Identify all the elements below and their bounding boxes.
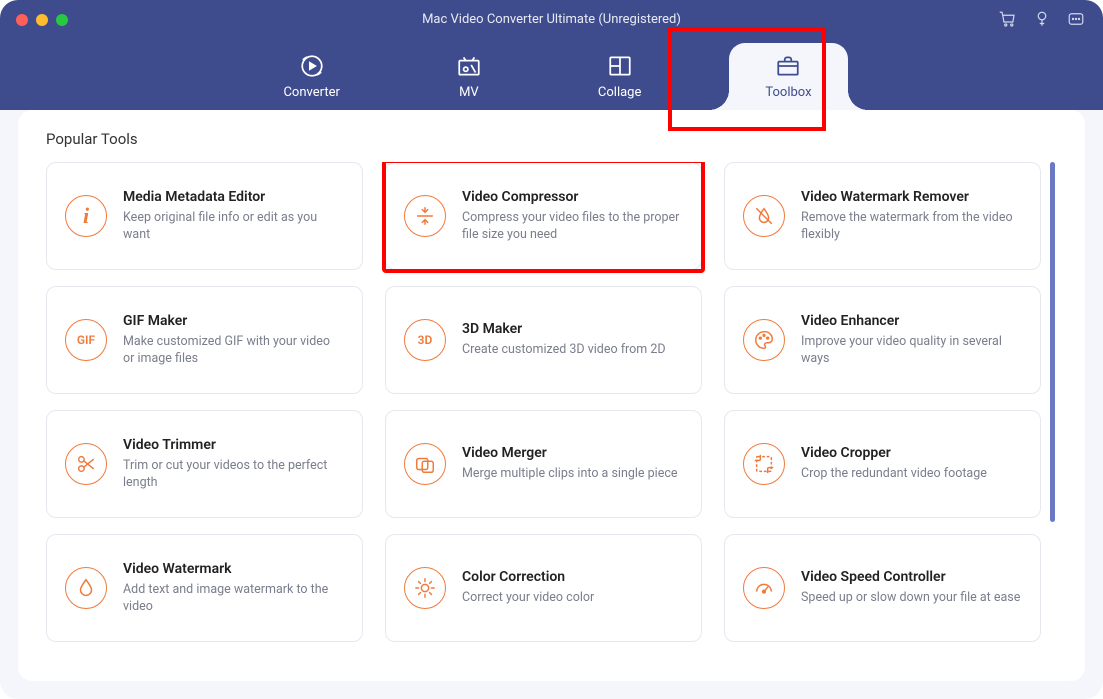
compress-icon [404, 195, 446, 237]
tool-card-media-metadata-editor[interactable]: i Media Metadata Editor Keep original file… [46, 162, 363, 270]
header-actions [999, 10, 1085, 32]
tool-title: Media Metadata Editor [123, 189, 344, 205]
tab-mv-label: MV [459, 85, 479, 100]
scissors-icon [65, 443, 107, 485]
tool-desc: Add text and image watermark to the vide… [123, 582, 344, 616]
section-title: Popular Tools [46, 130, 1057, 148]
key-icon[interactable] [1033, 10, 1051, 32]
color-icon [404, 567, 446, 609]
tool-desc: Compress your video files to the proper … [462, 210, 683, 244]
tool-title: 3D Maker [462, 321, 666, 337]
tool-title: Video Trimmer [123, 437, 344, 453]
content-panel: Popular Tools i Media Metadata Editor Keep… [18, 110, 1085, 681]
feedback-icon[interactable] [1067, 10, 1085, 32]
palette-icon [743, 319, 785, 361]
tool-title: Video Speed Controller [801, 569, 1020, 585]
tool-desc: Trim or cut your videos to the perfect l… [123, 458, 344, 492]
tool-card-video-merger[interactable]: Video Merger Merge multiple clips into a … [385, 410, 702, 518]
gif-icon: GIF [65, 319, 107, 361]
tool-desc: Crop the redundant video footage [801, 466, 987, 483]
no-water-icon [743, 195, 785, 237]
tool-desc: Remove the watermark from the video flex… [801, 210, 1022, 244]
tool-card-color-correction[interactable]: Color Correction Correct your video color [385, 534, 702, 642]
scrollbar-thumb[interactable] [1050, 162, 1055, 522]
tool-desc: Create customized 3D video from 2D [462, 342, 666, 359]
app-title: Mac Video Converter Ultimate (Unregister… [0, 12, 1103, 27]
info-icon: i [65, 195, 107, 237]
tool-desc: Correct your video color [462, 590, 594, 607]
cart-icon[interactable] [999, 10, 1017, 32]
tool-card-video-enhancer[interactable]: Video Enhancer Improve your video quality… [724, 286, 1041, 394]
tool-card-3d-maker[interactable]: 3D 3D Maker Create customized 3D video fro… [385, 286, 702, 394]
tool-title: GIF Maker [123, 313, 344, 329]
tab-converter-label: Converter [283, 85, 339, 100]
tool-card-video-compressor[interactable]: Video Compressor Compress your video file… [385, 162, 702, 270]
tab-mv[interactable]: MV [428, 45, 510, 110]
tool-title: Video Watermark Remover [801, 189, 1022, 205]
crop-icon [743, 443, 785, 485]
tool-card-video-speed-controller[interactable]: Video Speed Controller Speed up or slow d… [724, 534, 1041, 642]
tool-desc: Improve your video quality in several wa… [801, 334, 1022, 368]
water-icon [65, 567, 107, 609]
tool-card-video-cropper[interactable]: Video Cropper Crop the redundant video fo… [724, 410, 1041, 518]
tool-title: Video Merger [462, 445, 678, 461]
tab-collage-label: Collage [598, 85, 641, 100]
tool-title: Video Enhancer [801, 313, 1022, 329]
tab-toolbox[interactable]: Toolbox [729, 43, 847, 110]
tool-title: Video Watermark [123, 561, 344, 577]
tool-title: Video Compressor [462, 189, 683, 205]
tool-card-gif-maker[interactable]: GIF GIF Maker Make customized GIF with you… [46, 286, 363, 394]
tools-grid: i Media Metadata Editor Keep original file… [46, 162, 1057, 642]
tool-card-video-watermark[interactable]: Video Watermark Add text and image waterm… [46, 534, 363, 642]
tool-desc: Merge multiple clips into a single piece [462, 466, 678, 483]
tab-collage[interactable]: Collage [570, 45, 669, 110]
tab-converter[interactable]: Converter [255, 45, 367, 110]
merge-icon [404, 443, 446, 485]
tool-desc: Make customized GIF with your video or i… [123, 334, 344, 368]
speed-icon [743, 567, 785, 609]
body-area: Popular Tools i Media Metadata Editor Keep… [0, 110, 1103, 699]
header-bar: Mac Video Converter Ultimate (Unregister… [0, 0, 1103, 110]
3d-icon: 3D [404, 319, 446, 361]
cards-scroll-area: i Media Metadata Editor Keep original file… [46, 162, 1057, 675]
tool-desc: Keep original file info or edit as you w… [123, 210, 344, 244]
main-nav: Converter MV Collage Toolbox [0, 32, 1103, 110]
tool-card-video-trimmer[interactable]: Video Trimmer Trim or cut your videos to … [46, 410, 363, 518]
tool-desc: Speed up or slow down your file at ease [801, 590, 1020, 607]
tab-toolbox-label: Toolbox [765, 85, 811, 100]
tool-card-video-watermark-remover[interactable]: Video Watermark Remover Remove the waterm… [724, 162, 1041, 270]
tool-title: Video Cropper [801, 445, 987, 461]
tool-title: Color Correction [462, 569, 594, 585]
app-window: Mac Video Converter Ultimate (Unregister… [0, 0, 1103, 699]
